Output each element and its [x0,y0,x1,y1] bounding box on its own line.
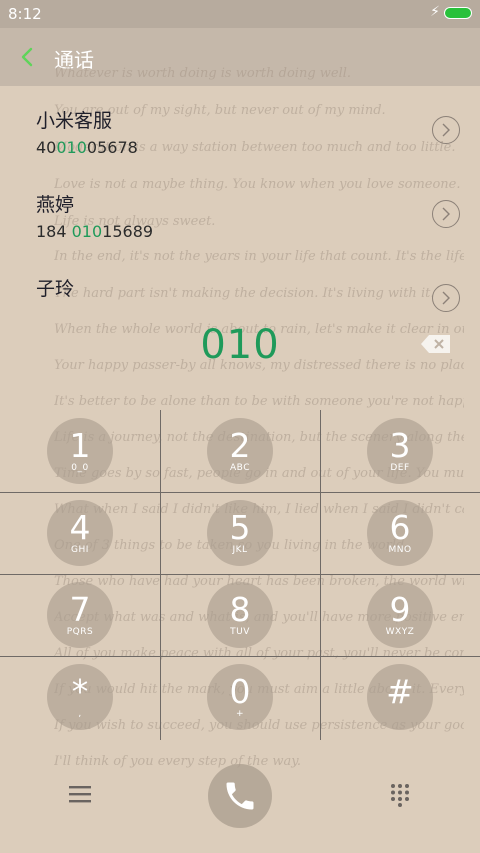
key-5[interactable]: 5 JKL [207,500,273,566]
key-digit: * [71,672,89,711]
contact-detail-icon[interactable] [432,200,460,228]
contact-detail-icon[interactable] [432,116,460,144]
key-letters: WXYZ [385,627,415,637]
number-part: 40 [36,138,57,157]
backspace-icon[interactable] [420,334,452,354]
key-6[interactable]: 6 MNO [367,500,433,566]
key-8[interactable]: 8 TUV [207,582,273,648]
contact-name: 子玲 [36,278,75,300]
key-digit: 6 [389,508,411,547]
key-1[interactable]: 1 0_0 [47,418,113,484]
key-letters: GHI [71,545,89,555]
key-digit: 5 [229,508,251,547]
key-letters: + [235,709,245,719]
key-letters: 0_0 [71,463,89,473]
key-digit: 2 [229,426,251,465]
key-letters: ABC [230,463,250,473]
keypad-divider [0,656,480,657]
keypad-divider [320,410,321,740]
key-letters: DEF [390,463,410,473]
status-bar: 8:12 ⚡ [0,0,480,28]
key-digit: 3 [389,426,411,465]
number-match: 010 [71,222,103,241]
number-match: 010 [56,138,87,157]
key-9[interactable]: 9 WXYZ [367,582,433,648]
status-time: 8:12 [8,5,42,23]
key-letters: , [78,709,82,719]
background-line: All of you make peace with all of your p… [54,646,464,661]
contact-name: 小米客服 [36,110,113,132]
contact-detail-icon[interactable] [432,284,460,312]
number-part: 05678 [86,138,138,157]
background-line: I'll think of you every step of the way. [54,754,302,769]
keypad-icon[interactable] [388,783,412,807]
key-letters: JKL [232,545,248,555]
contact-item[interactable]: 小米客服 4001005678 [0,106,480,186]
contact-name: 燕婷 [36,194,75,216]
key-0[interactable]: 0 + [207,664,273,730]
number-part: 15689 [102,222,154,241]
contact-number: 4001005678 [36,138,138,157]
key-7[interactable]: 7 PQRS [47,582,113,648]
contact-item[interactable]: 燕婷 184 01015689 [0,190,480,270]
dialed-number: 010 [200,322,280,368]
call-button[interactable] [208,764,272,828]
key-4[interactable]: 4 GHI [47,500,113,566]
battery-icon [444,7,472,19]
charging-icon: ⚡ [430,4,440,20]
contact-number: 184 01015689 [36,222,153,241]
key-digit: 0 [229,672,251,711]
key-star[interactable]: * , [47,664,113,730]
key-digit: 8 [229,590,251,629]
key-digit: 4 [69,508,91,547]
keypad-divider [0,492,480,493]
key-letters: MNO [388,545,412,555]
key-2[interactable]: 2 ABC [207,418,273,484]
key-3[interactable]: 3 DEF [367,418,433,484]
background-line: It's better to be alone than to be with … [54,394,464,409]
number-part: 184 [36,222,72,241]
menu-icon[interactable] [68,784,92,804]
background-line: Whatever is worth doing is worth doing w… [54,66,352,81]
phone-icon [226,782,254,810]
key-letters: PQRS [66,627,94,637]
key-digit: 1 [69,426,91,465]
key-digit: 7 [69,590,91,629]
keypad-divider [0,574,480,575]
key-hash[interactable]: # [367,664,433,730]
key-digit: # [386,672,414,711]
key-digit: 9 [389,590,411,629]
keypad-divider [160,410,161,740]
key-letters: TUV [230,627,250,637]
